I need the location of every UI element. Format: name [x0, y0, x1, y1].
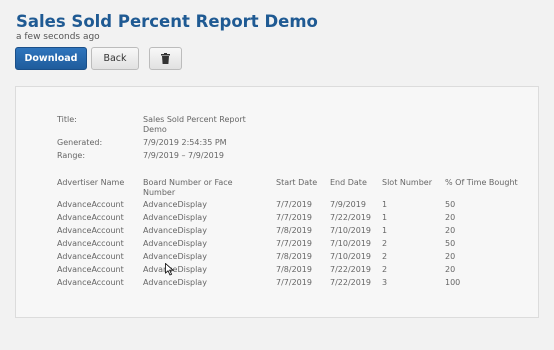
cell-end-date: 7/10/2019: [330, 252, 372, 261]
cell-board: AdvanceDisplay: [143, 239, 207, 248]
report-title-label: Title:: [57, 115, 77, 124]
cell-board: AdvanceDisplay: [143, 213, 207, 222]
cell-start-date: 7/7/2019: [276, 239, 312, 248]
generated-label: Generated:: [57, 138, 103, 147]
cell-board: AdvanceDisplay: [143, 200, 207, 209]
report-title-value: Sales Sold Percent Report Demo: [143, 115, 246, 135]
column-header-board: Board Number or Face Number: [143, 178, 233, 198]
column-header-percent-time: % Of Time Bought: [445, 178, 518, 187]
column-header-start-date: Start Date: [276, 178, 318, 187]
cell-percent: 20: [445, 265, 456, 274]
cell-start-date: 7/7/2019: [276, 213, 312, 222]
range-value: 7/9/2019 – 7/9/2019: [143, 151, 224, 160]
column-header-slot-number: Slot Number: [382, 178, 433, 187]
cell-advertiser: AdvanceAccount: [57, 265, 124, 274]
cell-start-date: 7/8/2019: [276, 252, 312, 261]
cell-slot: 1: [382, 200, 388, 209]
cell-board: AdvanceDisplay: [143, 252, 207, 261]
cell-start-date: 7/8/2019: [276, 226, 312, 235]
cell-start-date: 7/7/2019: [276, 200, 312, 209]
cell-start-date: 7/7/2019: [276, 278, 312, 287]
range-label: Range:: [57, 151, 86, 160]
trash-icon: [161, 53, 170, 64]
column-header-board-line1: Board Number or Face: [143, 178, 233, 187]
cell-percent: 20: [445, 252, 456, 261]
cell-slot: 2: [382, 252, 388, 261]
cell-end-date: 7/22/2019: [330, 213, 372, 222]
cell-advertiser: AdvanceAccount: [57, 213, 124, 222]
table-row: AdvanceAccount AdvanceDisplay 7/8/2019 7…: [16, 226, 538, 239]
column-header-board-line2: Number: [143, 188, 176, 197]
delete-button[interactable]: [149, 47, 182, 70]
cell-end-date: 7/9/2019: [330, 200, 366, 209]
table-row: AdvanceAccount AdvanceDisplay 7/7/2019 7…: [16, 278, 538, 291]
cell-board: AdvanceDisplay: [143, 265, 207, 274]
column-header-end-date: End Date: [330, 178, 367, 187]
cell-advertiser: AdvanceAccount: [57, 278, 124, 287]
cell-percent: 20: [445, 226, 456, 235]
page-title: Sales Sold Percent Report Demo: [16, 12, 318, 31]
cell-slot: 1: [382, 226, 388, 235]
cell-slot: 2: [382, 239, 388, 248]
cell-percent: 50: [445, 200, 456, 209]
page-subtitle: a few seconds ago: [16, 32, 100, 42]
table-row: AdvanceAccount AdvanceDisplay 7/7/2019 7…: [16, 213, 538, 226]
table-row: AdvanceAccount AdvanceDisplay 7/8/2019 7…: [16, 265, 538, 278]
cell-advertiser: AdvanceAccount: [57, 239, 124, 248]
report-title-value-line2: Demo: [143, 125, 167, 134]
cell-slot: 2: [382, 265, 388, 274]
cell-advertiser: AdvanceAccount: [57, 252, 124, 261]
cell-end-date: 7/22/2019: [330, 278, 372, 287]
back-button[interactable]: Back: [91, 47, 139, 70]
cell-end-date: 7/10/2019: [330, 239, 372, 248]
report-panel: Title: Sales Sold Percent Report Demo Ge…: [15, 86, 539, 318]
cell-slot: 3: [382, 278, 388, 287]
cell-percent: 50: [445, 239, 456, 248]
cell-end-date: 7/10/2019: [330, 226, 372, 235]
cell-percent: 100: [445, 278, 461, 287]
mouse-cursor-icon: [165, 263, 174, 276]
column-header-advertiser: Advertiser Name: [57, 178, 125, 187]
cell-slot: 1: [382, 213, 388, 222]
report-title-value-line1: Sales Sold Percent Report: [143, 115, 246, 124]
cell-board: AdvanceDisplay: [143, 278, 207, 287]
cell-start-date: 7/8/2019: [276, 265, 312, 274]
cell-advertiser: AdvanceAccount: [57, 226, 124, 235]
table-row: AdvanceAccount AdvanceDisplay 7/7/2019 7…: [16, 200, 538, 213]
table-row: AdvanceAccount AdvanceDisplay 7/7/2019 7…: [16, 239, 538, 252]
cell-end-date: 7/22/2019: [330, 265, 372, 274]
cell-board: AdvanceDisplay: [143, 226, 207, 235]
generated-value: 7/9/2019 2:54:35 PM: [143, 138, 227, 147]
cell-advertiser: AdvanceAccount: [57, 200, 124, 209]
download-button[interactable]: Download: [15, 47, 87, 70]
cell-percent: 20: [445, 213, 456, 222]
table-row: AdvanceAccount AdvanceDisplay 7/8/2019 7…: [16, 252, 538, 265]
